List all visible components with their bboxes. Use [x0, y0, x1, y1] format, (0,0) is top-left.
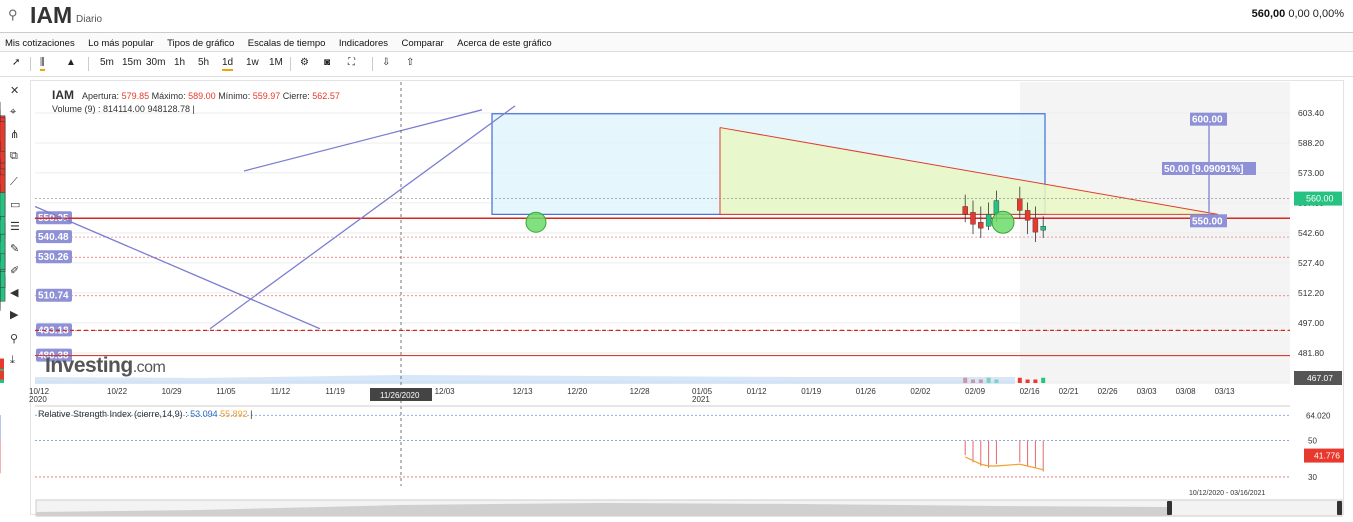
legend-open: 579.85 [121, 91, 150, 101]
volume-label: Volume (9) [52, 104, 96, 114]
legend-low: 559.97 [252, 91, 281, 101]
support-level-label: 540.48 [38, 232, 69, 243]
price-chart[interactable]: 603.40588.20573.00557.80542.60527.40512.… [0, 0, 1353, 522]
x-tick-label: 02/26 [1098, 387, 1119, 396]
x-tick-label: 12/28 [630, 387, 651, 396]
y-tick-label: 542.60 [1298, 228, 1324, 238]
volume-bar [0, 379, 4, 383]
crosshair-date-label: 11/26/2020 [380, 391, 420, 400]
rsi-value: 53.094 [190, 409, 218, 419]
legend-close-label: Cierre: [282, 91, 310, 101]
candle[interactable] [978, 222, 984, 229]
rsi-tick-label: 50 [1308, 437, 1317, 446]
x-tick-label: 01/19 [801, 387, 822, 396]
candle[interactable] [985, 214, 992, 227]
x-tick-label: 02/21 [1059, 387, 1080, 396]
y-tick-label: 588.20 [1298, 138, 1324, 148]
x-tick-label: 12/13 [513, 387, 534, 396]
y-tick-label: 497.00 [1298, 318, 1324, 328]
x-tick-label: 12/20 [567, 387, 588, 396]
x-tick-label: 12/03 [435, 387, 456, 396]
investing-logo: Investing.com [45, 354, 166, 378]
x-tick-label: 02/02 [910, 387, 931, 396]
price-legend: IAM Apertura: 579.85 Máximo: 589.00 Míni… [52, 88, 340, 102]
rsi-signal-value: 55.892 [220, 409, 248, 419]
candle[interactable] [0, 253, 6, 270]
support-level-label: 530.26 [38, 252, 69, 263]
y-tick-label: 603.40 [1298, 108, 1324, 118]
volume-bar [1017, 377, 1022, 383]
rsi-signal-line [964, 456, 1044, 471]
legend-high-label: Máximo: [151, 91, 186, 101]
x-tick-year: 2020 [29, 395, 47, 404]
logo-main: Investing [45, 354, 133, 377]
y-tick-label: 512.20 [1298, 288, 1324, 298]
volume-legend: Volume (9) : 814114.00 948128.78 | [52, 104, 195, 114]
measure-top-label: 600.00 [1192, 115, 1223, 126]
x-tick-label: 01/26 [856, 387, 877, 396]
support-level-label: 510.74 [38, 291, 69, 302]
x-tick-label: 03/08 [1176, 387, 1197, 396]
navigator-handle-right[interactable] [1337, 501, 1342, 515]
volume-value: 814114.00 [103, 104, 145, 114]
measure-bottom-label: 550.00 [1192, 216, 1223, 227]
legend-low-label: Mínimo: [218, 91, 251, 101]
candle[interactable] [962, 206, 968, 215]
x-tick-label: 11/12 [271, 387, 291, 396]
legend-open-label: Apertura: [82, 91, 120, 101]
candle[interactable] [1017, 198, 1023, 211]
x-tick-year: 2021 [692, 395, 710, 404]
x-tick-label: 03/13 [1215, 387, 1236, 396]
measure-diff-label: 50.00 [9.09091%] [1164, 164, 1244, 175]
y-tick-label: 527.40 [1298, 258, 1324, 268]
legend-symbol: IAM [52, 88, 74, 102]
volume-tag-label: 467.07 [1307, 373, 1333, 383]
x-tick-label: 03/03 [1137, 387, 1158, 396]
logo-suffix: .com [132, 359, 166, 376]
legend-close: 562.57 [312, 91, 340, 101]
x-tick-label: 02/09 [965, 387, 986, 396]
volume-bar [1025, 379, 1030, 383]
volume-bar [1041, 377, 1046, 383]
y-tick-label: 573.00 [1298, 168, 1324, 178]
navigator-range: 10/12/2020 - 03/16/2021 [1189, 490, 1266, 497]
current-price-label: 560.00 [1306, 194, 1334, 204]
navigator-handle-left[interactable] [1167, 501, 1172, 515]
x-tick-label: 02/16 [1020, 387, 1041, 396]
candle[interactable] [1024, 210, 1031, 221]
candle[interactable] [0, 192, 6, 217]
x-tick-label: 11/19 [325, 387, 345, 396]
x-tick-label: 10/29 [162, 387, 183, 396]
candle[interactable] [970, 212, 976, 225]
rsi-value-label: 41.776 [1314, 451, 1340, 461]
volume-average: 948128.78 [147, 104, 190, 114]
candle[interactable] [1032, 218, 1039, 233]
rsi-label: Relative Strength Index (cierre,14,9) [38, 409, 183, 419]
support-touch-marker [525, 211, 547, 233]
support-touch-marker [991, 210, 1015, 234]
rsi-tick-label: 64.020 [1306, 411, 1331, 420]
x-tick-label: 11/05 [216, 387, 236, 396]
x-tick-label: 10/22 [107, 387, 128, 396]
rsi-tick-label: 30 [1308, 473, 1317, 482]
x-tick-label: 01/12 [747, 387, 768, 396]
candle[interactable] [1040, 225, 1046, 231]
candle[interactable] [0, 287, 6, 302]
rsi-legend: Relative Strength Index (cierre,14,9) : … [38, 409, 253, 419]
legend-high: 589.00 [188, 91, 216, 101]
y-tick-label: 481.80 [1298, 348, 1324, 358]
volume-bar [1033, 379, 1038, 383]
candle[interactable] [0, 269, 6, 288]
